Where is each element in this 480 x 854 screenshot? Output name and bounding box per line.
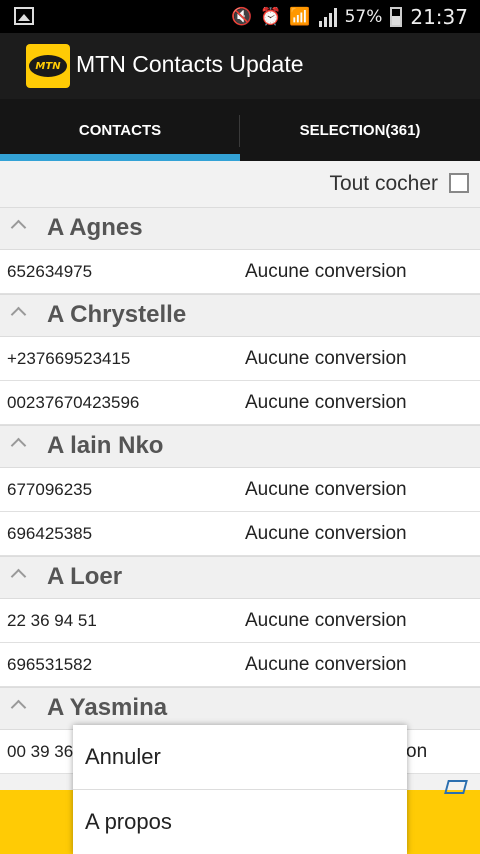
alarm-icon: ⏰ (260, 7, 282, 27)
gallery-notification-icon (14, 7, 34, 25)
contact-group-header[interactable]: A Agnes (0, 207, 480, 250)
menu-item-annuler[interactable]: Annuler (73, 725, 407, 789)
menu-item-a-propos[interactable]: A propos (73, 790, 407, 854)
tab-selection[interactable]: SELECTION(361) (240, 99, 480, 161)
contact-row[interactable]: +237669523415 Aucune conversion (0, 337, 480, 381)
check-all-label: Tout cocher (329, 172, 438, 195)
status-bar: 🔇 ⏰ 📶 57% 21:37 (0, 0, 480, 33)
contact-group-header[interactable]: A Chrystelle (0, 294, 480, 337)
contact-group-header[interactable]: A Loer (0, 556, 480, 599)
check-all-row: Tout cocher (0, 161, 480, 207)
contact-group-header[interactable]: A lain Nko (0, 425, 480, 468)
chevron-up-icon (10, 699, 27, 716)
battery-percent: 57% (344, 7, 383, 27)
status-indicators: 🔇 ⏰ 📶 57% 21:37 (231, 4, 468, 30)
app-title: MTN Contacts Update (76, 51, 304, 77)
battery-icon (390, 7, 403, 27)
check-all-checkbox[interactable] (449, 173, 469, 193)
overflow-menu: Annuler A propos (73, 725, 407, 854)
mute-icon: 🔇 (231, 7, 253, 27)
tab-selected-indicator (0, 154, 240, 161)
chevron-up-icon (10, 219, 27, 236)
contact-row[interactable]: 652634975 Aucune conversion (0, 250, 480, 294)
contact-group-header[interactable]: A Yasmina (0, 687, 480, 730)
contact-row[interactable]: 00237670423596 Aucune conversion (0, 381, 480, 425)
contact-row[interactable]: 696425385 Aucune conversion (0, 512, 480, 556)
chevron-up-icon (10, 568, 27, 585)
chevron-up-icon (10, 437, 27, 454)
wifi-icon: 📶 (289, 7, 311, 27)
signal-icon (318, 7, 337, 27)
tab-contacts[interactable]: CONTACTS (0, 99, 240, 161)
contact-row[interactable]: 696531582 Aucune conversion (0, 643, 480, 687)
mtn-logo-icon: MTN (26, 44, 70, 88)
contact-list: A Agnes 652634975 Aucune conversion A Chr… (0, 207, 480, 774)
action-bar: MTN MTN Contacts Update (0, 33, 480, 99)
tab-bar: CONTACTS SELECTION(361) (0, 99, 480, 161)
clock: 21:37 (410, 5, 468, 29)
contact-row[interactable]: 677096235 Aucune conversion (0, 468, 480, 512)
chevron-up-icon (10, 306, 27, 323)
tab-divider (239, 115, 240, 147)
contact-row[interactable]: 22 36 94 51 Aucune conversion (0, 599, 480, 643)
edit-icon[interactable] (444, 780, 468, 794)
